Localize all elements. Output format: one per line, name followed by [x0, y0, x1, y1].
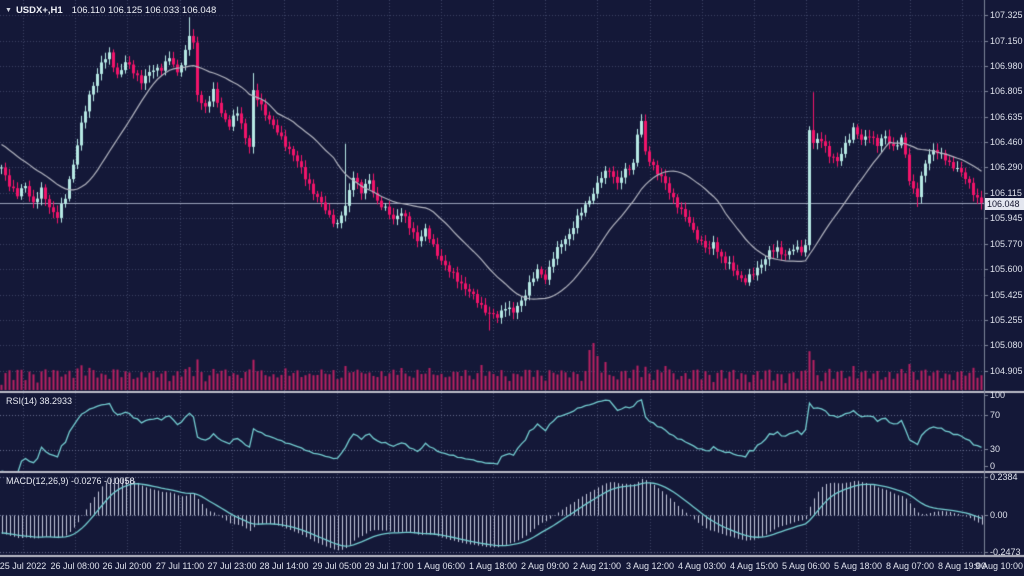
- time-tick: 4 Aug 03:00: [678, 561, 726, 571]
- collapse-arrow-icon[interactable]: ▼: [5, 7, 12, 14]
- time-tick: 29 Jul 05:00: [312, 561, 361, 571]
- time-tick: 26 Jul 20:00: [102, 561, 151, 571]
- time-tick: 28 Jul 14:00: [259, 561, 308, 571]
- time-tick: 2 Aug 09:00: [521, 561, 569, 571]
- chart-canvas[interactable]: [0, 0, 1024, 576]
- time-tick: 4 Aug 15:00: [730, 561, 778, 571]
- time-tick: 3 Aug 12:00: [626, 561, 674, 571]
- ohlc-values: 106.110 106.125 106.033 106.048: [72, 5, 217, 16]
- time-tick: 27 Jul 23:00: [207, 561, 256, 571]
- macd-tick: 0.00: [990, 510, 1008, 520]
- trading-chart-window: ▼ USDX+,H1 106.110 106.125 106.033 106.048…: [0, 0, 1024, 576]
- time-tick: 26 Jul 08:00: [50, 561, 99, 571]
- macd-indicator-label: MACD(12,26,9) -0.0276 -0.0058: [6, 476, 135, 486]
- macd-axis[interactable]: 0.23840.00-0.2473: [988, 0, 1024, 576]
- time-tick: 27 Jul 11:00: [156, 561, 204, 571]
- time-tick: 25 Jul 2022: [0, 561, 46, 571]
- time-tick: 2 Aug 21:00: [573, 561, 621, 571]
- time-tick: 8 Aug 07:00: [886, 561, 934, 571]
- symbol-period-label: USDX+,H1: [16, 5, 63, 16]
- rsi-indicator-label: RSI(14) 38.2933: [6, 396, 72, 406]
- symbol-info: ▼ USDX+,H1 106.110 106.125 106.033 106.048: [5, 6, 216, 16]
- current-price-tag: 106.048: [985, 198, 1024, 210]
- time-tick: 29 Jul 17:00: [364, 561, 413, 571]
- time-tick: 1 Aug 18:00: [469, 561, 517, 571]
- time-tick: 9 Aug 10:00: [975, 561, 1023, 571]
- time-tick: 5 Aug 18:00: [834, 561, 882, 571]
- time-axis[interactable]: 25 Jul 2022 26 Jul 08:0026 Jul 20:00 27 Ju…: [0, 556, 1024, 576]
- macd-tick: 0.2384: [990, 472, 1018, 482]
- time-tick: 5 Aug 06:00: [782, 561, 830, 571]
- time-tick: 1 Aug 06:00: [417, 561, 465, 571]
